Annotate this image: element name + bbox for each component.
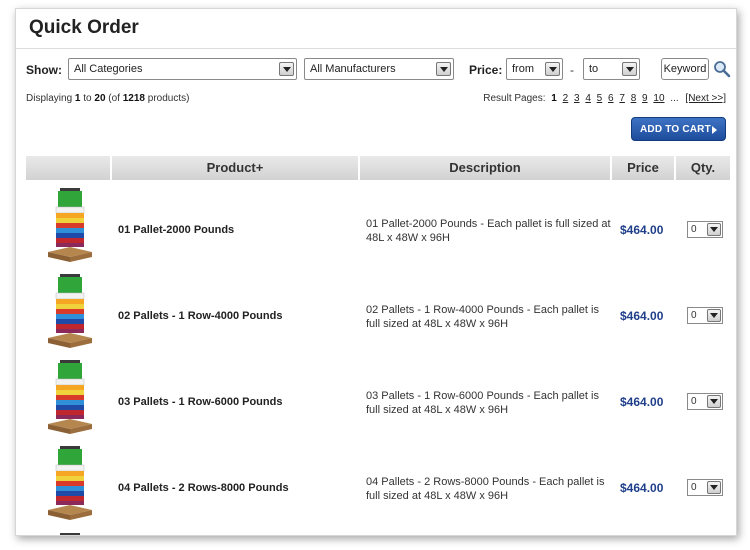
chevron-down-icon bbox=[436, 62, 451, 76]
page-link[interactable]: 4 bbox=[585, 93, 591, 104]
page-link[interactable]: 7 bbox=[619, 93, 625, 104]
magnifier-icon[interactable] bbox=[713, 60, 731, 78]
qty-value: 0 bbox=[691, 224, 697, 235]
add-to-cart-label: ADD TO CART bbox=[640, 124, 711, 135]
page-current: 1 bbox=[551, 93, 557, 104]
product-image-partial bbox=[60, 533, 80, 535]
results-start: 1 bbox=[74, 93, 81, 104]
page-link[interactable]: 10 bbox=[653, 93, 664, 104]
product-image[interactable] bbox=[44, 186, 96, 266]
result-pages: Result Pages: 1 2 3 4 5 6 7 8 9 10 ... [… bbox=[480, 93, 726, 104]
table-row: 01 Pallet-2000 Pounds 01 Pallet-2000 Pou… bbox=[26, 186, 730, 272]
product-name-link[interactable]: 01 Pallet-2000 Pounds bbox=[118, 224, 234, 236]
page-link[interactable]: 5 bbox=[597, 93, 603, 104]
category-select[interactable]: All Categories bbox=[68, 58, 297, 80]
product-price: $464.00 bbox=[620, 223, 664, 237]
pages-ellipsis: ... bbox=[670, 93, 679, 104]
keyword-button[interactable]: Keyword bbox=[661, 58, 709, 80]
quick-order-panel: Quick Order Show: All Categories All Man… bbox=[15, 8, 737, 536]
qty-value: 0 bbox=[691, 396, 697, 407]
product-description: 02 Pallets - 1 Row-4000 Pounds - Each pa… bbox=[366, 304, 599, 330]
title-divider bbox=[16, 48, 736, 49]
page-link[interactable]: 2 bbox=[563, 93, 569, 104]
header-product[interactable]: Product+ bbox=[112, 156, 360, 180]
qty-select[interactable]: 0 bbox=[687, 307, 723, 324]
results-summary: Displaying 1 to 20 (of 1218 products) bbox=[26, 93, 189, 104]
product-image[interactable] bbox=[44, 272, 96, 352]
chevron-down-icon bbox=[707, 481, 721, 494]
qty-select[interactable]: 0 bbox=[687, 479, 723, 496]
add-to-cart-button[interactable]: ADD TO CART bbox=[631, 117, 726, 141]
results-of-close: products) bbox=[147, 93, 190, 104]
price-to-select[interactable]: to bbox=[583, 58, 640, 80]
results-of: (of bbox=[108, 93, 120, 104]
product-description: 03 Pallets - 1 Row-6000 Pounds - Each pa… bbox=[366, 390, 599, 416]
product-price: $464.00 bbox=[620, 309, 664, 323]
page-link[interactable]: 6 bbox=[608, 93, 614, 104]
table-row: 04 Pallets - 2 Rows-8000 Pounds 04 Palle… bbox=[26, 444, 730, 530]
filter-bar: Show: All Categories All Manufacturers P… bbox=[26, 58, 731, 82]
product-image[interactable] bbox=[44, 444, 96, 524]
header-description: Description bbox=[360, 156, 612, 180]
product-name-link[interactable]: 04 Pallets - 2 Rows-8000 Pounds bbox=[118, 482, 289, 494]
price-from-select[interactable]: from bbox=[506, 58, 563, 80]
qty-select[interactable]: 0 bbox=[687, 221, 723, 238]
category-select-value: All Categories bbox=[74, 63, 143, 75]
manufacturer-select[interactable]: All Manufacturers bbox=[304, 58, 454, 80]
header-qty: Qty. bbox=[676, 156, 730, 180]
chevron-down-icon bbox=[622, 62, 637, 76]
chevron-down-icon bbox=[279, 62, 294, 76]
next-page-link[interactable]: [Next >>] bbox=[685, 93, 726, 104]
chevron-down-icon bbox=[707, 223, 721, 236]
page-link[interactable]: 8 bbox=[631, 93, 637, 104]
chevron-down-icon bbox=[707, 309, 721, 322]
header-price: Price bbox=[612, 156, 676, 180]
pages-label: Result Pages: bbox=[483, 93, 546, 104]
results-prefix: Displaying bbox=[26, 93, 73, 104]
product-description: 04 Pallets - 2 Rows-8000 Pounds - Each p… bbox=[366, 476, 605, 502]
page-link[interactable]: 9 bbox=[642, 93, 648, 104]
results-total: 1218 bbox=[122, 93, 145, 104]
qty-value: 0 bbox=[691, 482, 697, 493]
qty-value: 0 bbox=[691, 310, 697, 321]
product-description: 01 Pallet-2000 Pounds - Each pallet is f… bbox=[366, 218, 611, 244]
product-name-link[interactable]: 03 Pallets - 1 Row-6000 Pounds bbox=[118, 396, 282, 408]
page-link[interactable]: 3 bbox=[574, 93, 580, 104]
price-from-value: from bbox=[512, 63, 534, 75]
results-to: to bbox=[83, 93, 92, 104]
chevron-down-icon bbox=[707, 395, 721, 408]
results-end: 20 bbox=[94, 93, 106, 104]
price-to-value: to bbox=[589, 63, 599, 75]
table-row: 02 Pallets - 1 Row-4000 Pounds 02 Pallet… bbox=[26, 272, 730, 358]
product-name-link[interactable]: 02 Pallets - 1 Row-4000 Pounds bbox=[118, 310, 282, 322]
header-image bbox=[26, 156, 112, 180]
page-title: Quick Order bbox=[29, 17, 139, 38]
product-price: $464.00 bbox=[620, 395, 664, 409]
manufacturer-select-value: All Manufacturers bbox=[310, 63, 396, 75]
price-separator: - bbox=[570, 63, 574, 77]
chevron-down-icon bbox=[545, 62, 560, 76]
table-header: Product+ Description Price Qty. bbox=[26, 156, 730, 180]
qty-select[interactable]: 0 bbox=[687, 393, 723, 410]
table-row: 03 Pallets - 1 Row-6000 Pounds 03 Pallet… bbox=[26, 358, 730, 444]
price-label: Price: bbox=[469, 63, 503, 77]
product-image[interactable] bbox=[44, 358, 96, 438]
product-price: $464.00 bbox=[620, 481, 664, 495]
show-label: Show: bbox=[26, 63, 62, 77]
triangle-right-icon bbox=[712, 126, 717, 134]
